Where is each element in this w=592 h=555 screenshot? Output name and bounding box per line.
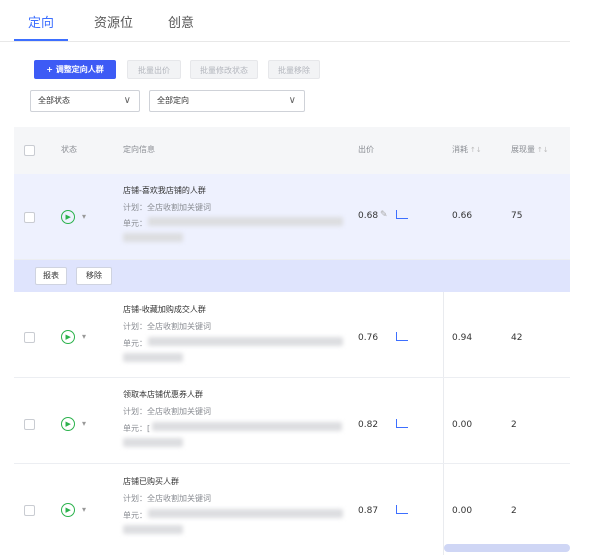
chevron-down-icon: ∨	[288, 95, 296, 106]
header-impressions-label: 展现量	[511, 145, 535, 154]
targeting-name: 店铺-喜欢我店铺的人群	[123, 186, 206, 195]
plan-text: 计划：全店收割加关键词	[123, 407, 211, 416]
chart-icon[interactable]	[396, 332, 408, 341]
header-cost-sortable[interactable]: 消耗 ↑↓	[452, 144, 482, 155]
plan-text: 计划：全店收割加关键词	[123, 494, 211, 503]
active-tab-indicator	[14, 39, 68, 41]
remove-button[interactable]: 移除	[76, 267, 112, 285]
bid-value: 0.87	[358, 506, 379, 516]
row-checkbox[interactable]	[24, 212, 35, 223]
chevron-down-icon: ∨	[123, 95, 131, 106]
targeting-table: 状态 定向信息 出价 消耗 ↑↓ 展现量 ↑↓ ▶ ▾ 店铺-喜欢我店铺的人群 计划…	[14, 127, 570, 555]
cost-value: 0.00	[452, 506, 473, 516]
sort-icon: ↑↓	[537, 146, 549, 154]
sort-icon: ↑↓	[470, 146, 482, 154]
horizontal-scrollbar[interactable]	[444, 544, 570, 552]
status-dropdown-caret[interactable]: ▾	[82, 212, 86, 221]
tab-targeting[interactable]: 定向	[28, 12, 54, 31]
header-status: 状态	[61, 145, 77, 154]
plan-text: 计划：全店收割加关键词	[123, 203, 211, 212]
tab-resource-position[interactable]: 资源位	[94, 12, 133, 31]
cost-value: 0.00	[452, 420, 473, 430]
status-filter-select[interactable]: 全部状态 ∨	[30, 90, 140, 112]
row-checkbox[interactable]	[24, 505, 35, 516]
header-bid: 出价	[358, 145, 374, 154]
bid-value: 0.82	[358, 420, 379, 430]
tab-bar: 定向 资源位 创意	[0, 0, 570, 42]
batch-bid-button[interactable]: 批量出价	[127, 60, 181, 79]
redacted-unit-name	[123, 233, 183, 242]
adjust-targeting-button[interactable]: + 调整定向人群	[34, 60, 116, 79]
targeting-filter-select[interactable]: 全部定向 ∨	[149, 90, 305, 112]
plan-text: 计划：全店收割加关键词	[123, 322, 211, 331]
bid-value: 0.76	[358, 333, 379, 343]
cost-value: 0.94	[452, 333, 473, 343]
status-dropdown-caret[interactable]: ▾	[82, 505, 86, 514]
row-checkbox[interactable]	[24, 332, 35, 343]
edit-pencil-icon[interactable]: ✎	[380, 210, 388, 220]
row-checkbox[interactable]	[24, 419, 35, 430]
status-dropdown-caret[interactable]: ▾	[82, 332, 86, 341]
impressions-value: 2	[511, 506, 517, 516]
play-status-icon[interactable]: ▶	[61, 210, 75, 224]
unit-label: 单元：[	[123, 424, 151, 433]
batch-status-button[interactable]: 批量修改状态	[190, 60, 258, 79]
play-status-icon[interactable]: ▶	[61, 503, 75, 517]
table-row[interactable]: ▶ ▾ 店铺-喜欢我店铺的人群 计划：全店收割加关键词 单元： 0.68 ✎ 0…	[14, 174, 570, 260]
report-button[interactable]: 报表	[35, 267, 67, 285]
bid-value: 0.68	[358, 211, 379, 221]
targeting-filter-value: 全部定向	[157, 96, 189, 105]
header-cost-label: 消耗	[452, 145, 468, 154]
redacted-unit-name	[148, 337, 343, 346]
status-filter-value: 全部状态	[38, 96, 70, 105]
chart-icon[interactable]	[396, 210, 408, 219]
header-targeting-info: 定向信息	[123, 145, 155, 154]
select-all-checkbox[interactable]	[24, 145, 35, 156]
impressions-value: 2	[511, 420, 517, 430]
unit-label: 单元：	[123, 339, 147, 348]
tab-creative[interactable]: 创意	[168, 12, 194, 31]
cost-value: 0.66	[452, 211, 473, 221]
status-dropdown-caret[interactable]: ▾	[82, 419, 86, 428]
redacted-unit-name	[152, 422, 342, 431]
play-status-icon[interactable]: ▶	[61, 330, 75, 344]
impressions-value: 42	[511, 333, 523, 343]
redacted-unit-name	[123, 525, 183, 534]
unit-label: 单元：	[123, 511, 147, 520]
unit-label: 单元：	[123, 219, 147, 228]
redacted-unit-name	[148, 509, 343, 518]
table-header: 状态 定向信息 出价 消耗 ↑↓ 展现量 ↑↓	[14, 127, 570, 174]
play-status-icon[interactable]: ▶	[61, 417, 75, 431]
table-row[interactable]: ▶ ▾ 领取本店铺优惠券人群 计划：全店收割加关键词 单元：[ 0.82 0.0…	[14, 378, 570, 464]
table-row[interactable]: ▶ ▾ 店铺-收藏加购成交人群 计划：全店收割加关键词 单元： 0.76 0.9…	[14, 292, 570, 378]
bulk-action-bar: 报表 移除	[14, 260, 570, 292]
targeting-name: 领取本店铺优惠券人群	[123, 390, 203, 399]
redacted-unit-name	[148, 217, 343, 226]
impressions-value: 75	[511, 211, 523, 221]
targeting-name: 店铺-收藏加购成交人群	[123, 305, 206, 314]
header-impressions-sortable[interactable]: 展现量 ↑↓	[511, 144, 549, 155]
table-row[interactable]: ▶ ▾ 店铺已购买人群 计划：全店收割加关键词 单元： 0.87 0.00 2	[14, 464, 570, 550]
redacted-unit-name	[123, 438, 183, 447]
targeting-name: 店铺已购买人群	[123, 477, 179, 486]
chart-icon[interactable]	[396, 505, 408, 514]
chart-icon[interactable]	[396, 419, 408, 428]
redacted-unit-name	[123, 353, 183, 362]
batch-remove-button[interactable]: 批量移除	[268, 60, 320, 79]
